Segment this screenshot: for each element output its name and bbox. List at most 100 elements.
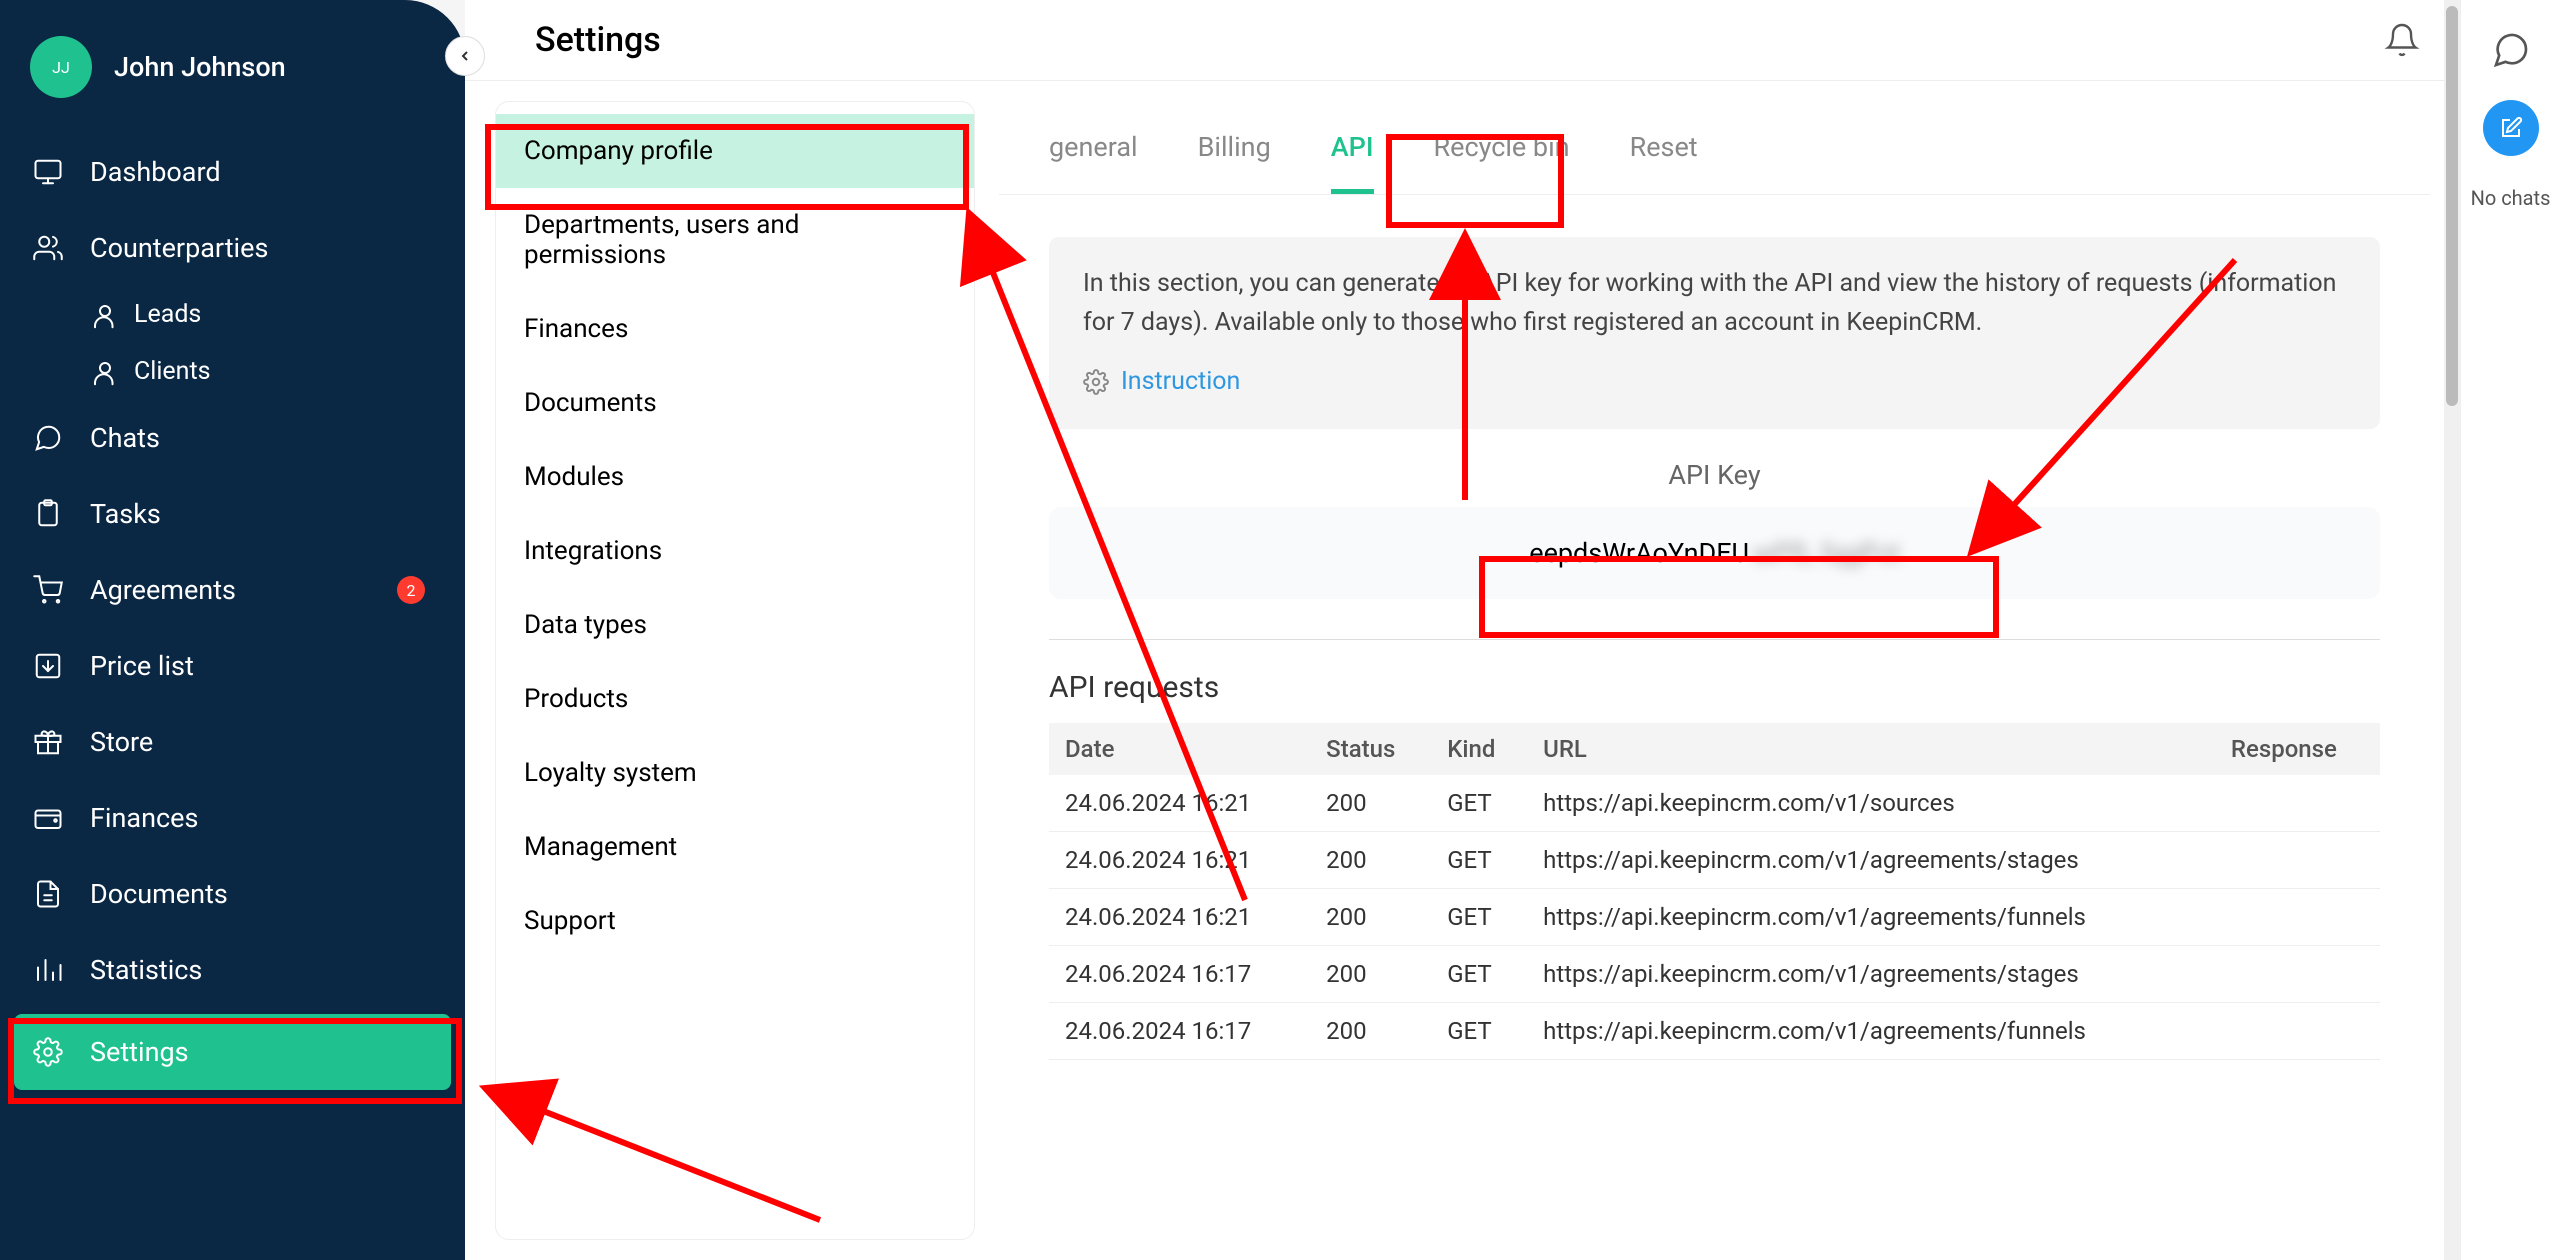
compose-button[interactable] (2483, 100, 2539, 156)
page-title: Settings (535, 20, 661, 60)
settings-menu-departments-users-and-permissions[interactable]: Departments, users and permissions (496, 188, 974, 292)
cell-status: 200 (1310, 889, 1431, 946)
back-button[interactable] (445, 36, 485, 76)
instruction-link[interactable]: Instruction (1083, 363, 2346, 402)
col-date: Date (1049, 723, 1310, 775)
settings-menu-data-types[interactable]: Data types (496, 588, 974, 662)
main-sidebar: JJ John Johnson Dashboard Counterparties L… (0, 0, 465, 1260)
table-row[interactable]: 24.06.2024 16:17200GEThttps://api.keepin… (1049, 946, 2380, 1003)
person-mini-icon (90, 301, 120, 331)
cell-kind: GET (1431, 889, 1527, 946)
sidebar-item-store[interactable]: Store (0, 704, 465, 780)
settings-menu-company-profile[interactable]: Company profile (496, 114, 974, 188)
cell-url: https://api.keepincrm.com/v1/agreements/… (1527, 1003, 2215, 1060)
cell-kind: GET (1431, 775, 1527, 832)
sidebar-item-dashboard[interactable]: Dashboard (0, 134, 465, 210)
gear-icon (1083, 369, 1109, 395)
settings-menu-management[interactable]: Management (496, 810, 974, 884)
wallet-icon (33, 803, 63, 833)
sidebar-item-statistics[interactable]: Statistics (0, 932, 465, 1008)
sidebar-subitem-label: Clients (134, 357, 211, 386)
tab-billing[interactable]: Billing (1198, 131, 1271, 194)
table-row[interactable]: 24.06.2024 16:21200GEThttps://api.keepin… (1049, 775, 2380, 832)
docs-icon (33, 879, 63, 909)
sidebar-item-settings[interactable]: Settings (14, 1014, 451, 1090)
cell-response (2215, 832, 2380, 889)
sidebar-subitem-clients[interactable]: Clients (0, 343, 465, 400)
gear-icon (33, 1037, 63, 1067)
instruction-label: Instruction (1121, 363, 1240, 402)
user-row[interactable]: JJ John Johnson (0, 18, 465, 134)
gift-icon (33, 727, 63, 757)
sidebar-item-tasks[interactable]: Tasks (0, 476, 465, 552)
tab-recycle-bin[interactable]: Recycle bin (1434, 131, 1570, 194)
sidebar-item-label: Counterparties (90, 232, 268, 264)
api-requests-table: DateStatusKindURLResponse 24.06.2024 16:… (1049, 723, 2380, 1060)
edit-icon (2499, 116, 2523, 140)
apikey-value[interactable]: eepdsWrAoYnDEU wPfL fqgPvt (1049, 507, 2380, 599)
chat-icon[interactable] (2491, 30, 2531, 70)
tab-reset[interactable]: Reset (1630, 131, 1698, 194)
col-response: Response (2215, 723, 2380, 775)
sidebar-item-price-list[interactable]: Price list (0, 628, 465, 704)
cell-url: https://api.keepincrm.com/v1/agreements/… (1527, 946, 2215, 1003)
clipboard-icon (33, 499, 63, 529)
cell-response (2215, 1003, 2380, 1060)
person-mini-icon (90, 358, 120, 388)
sidebar-item-agreements[interactable]: Agreements2 (0, 552, 465, 628)
settings-menu-loyalty-system[interactable]: Loyalty system (496, 736, 974, 810)
settings-menu-support[interactable]: Support (496, 884, 974, 958)
bell-icon[interactable] (2384, 22, 2420, 58)
cell-date: 24.06.2024 16:21 (1049, 889, 1310, 946)
settings-menu-finances[interactable]: Finances (496, 292, 974, 366)
table-row[interactable]: 24.06.2024 16:17200GEThttps://api.keepin… (1049, 1003, 2380, 1060)
settings-menu-products[interactable]: Products (496, 662, 974, 736)
cell-date: 24.06.2024 16:17 (1049, 1003, 1310, 1060)
scrollbar[interactable] (2444, 0, 2460, 1260)
col-kind: Kind (1431, 723, 1527, 775)
sidebar-item-label: Agreements (90, 574, 236, 606)
sidebar-item-label: Statistics (90, 954, 202, 986)
col-status: Status (1310, 723, 1431, 775)
cell-date: 24.06.2024 16:21 (1049, 832, 1310, 889)
right-rail: No chats (2460, 0, 2560, 1260)
bars-icon (33, 955, 63, 985)
settings-menu-integrations[interactable]: Integrations (496, 514, 974, 588)
sidebar-item-label: Chats (90, 422, 160, 454)
cell-url: https://api.keepincrm.com/v1/sources (1527, 775, 2215, 832)
cell-kind: GET (1431, 946, 1527, 1003)
chat-icon (33, 423, 63, 453)
table-row[interactable]: 24.06.2024 16:21200GEThttps://api.keepin… (1049, 832, 2380, 889)
sidebar-subitem-label: Leads (134, 300, 201, 329)
sidebar-item-finances[interactable]: Finances (0, 780, 465, 856)
cell-status: 200 (1310, 1003, 1431, 1060)
sidebar-subitem-leads[interactable]: Leads (0, 286, 465, 343)
no-chats-label: No chats (2471, 186, 2551, 210)
tabs: general Billing API Recycle bin Reset (999, 101, 2430, 195)
sidebar-item-label: Price list (90, 650, 194, 682)
users-icon (33, 233, 63, 263)
settings-menu-documents[interactable]: Documents (496, 366, 974, 440)
table-row[interactable]: 24.06.2024 16:21200GEThttps://api.keepin… (1049, 889, 2380, 946)
cell-response (2215, 889, 2380, 946)
cell-kind: GET (1431, 832, 1527, 889)
cart-icon (33, 575, 63, 605)
sidebar-item-label: Store (90, 726, 153, 758)
cell-status: 200 (1310, 775, 1431, 832)
sidebar-item-counterparties[interactable]: Counterparties (0, 210, 465, 286)
cell-response (2215, 946, 2380, 1003)
info-text: In this section, you can generate an API… (1083, 265, 2346, 343)
sidebar-item-label: Documents (90, 878, 228, 910)
tab-general[interactable]: general (1049, 131, 1138, 194)
settings-menu-modules[interactable]: Modules (496, 440, 974, 514)
user-name: John Johnson (114, 51, 286, 83)
sidebar-item-documents[interactable]: Documents (0, 856, 465, 932)
apikey-label: API Key (1049, 459, 2380, 491)
col-url: URL (1527, 723, 2215, 775)
sidebar-item-chats[interactable]: Chats (0, 400, 465, 476)
apikey-blurred: wPfL fqgPvt (1753, 537, 1900, 569)
main-area: Settings Company profileDepartments, use… (465, 0, 2460, 1260)
topbar: Settings (465, 0, 2460, 81)
settings-submenu: Company profileDepartments, users and pe… (495, 101, 975, 1240)
tab-api[interactable]: API (1331, 131, 1374, 194)
